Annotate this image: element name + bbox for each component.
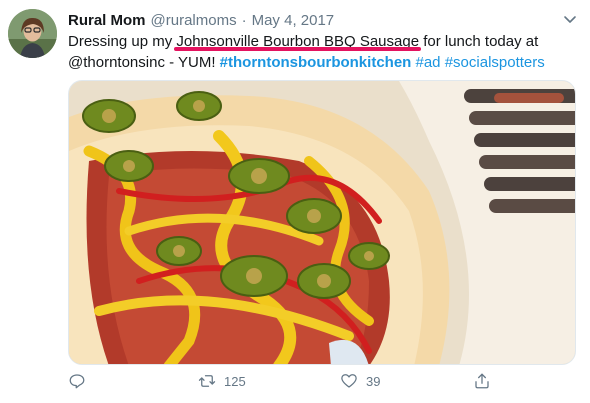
avatar-photo bbox=[8, 9, 57, 58]
tweet: Rural Mom @ruralmoms · May 4, 2017 Dress… bbox=[0, 0, 590, 403]
tweet-photo[interactable] bbox=[68, 80, 576, 365]
highlighted-product-name: Johnsonville Bourbon BBQ Sausage bbox=[174, 33, 422, 51]
share-icon bbox=[475, 373, 489, 389]
hashtag-link[interactable]: #socialspotters bbox=[445, 54, 545, 71]
user-handle[interactable]: @ruralmoms bbox=[151, 12, 237, 29]
reply-icon bbox=[69, 374, 85, 389]
highlight-underline bbox=[174, 47, 422, 51]
tweet-text-prefix: Dressing up my bbox=[68, 33, 177, 50]
like-button[interactable]: 39 bbox=[340, 372, 380, 390]
avatar[interactable] bbox=[8, 9, 57, 58]
heart-icon bbox=[341, 374, 357, 388]
tweet-text: Dressing up my Johnsonville Bourbon BBQ … bbox=[68, 31, 580, 73]
retweet-icon bbox=[198, 375, 216, 387]
separator-dot: · bbox=[241, 11, 247, 29]
reply-button[interactable] bbox=[68, 372, 86, 390]
hot-dog-photo bbox=[69, 81, 575, 364]
tweet-date[interactable]: May 4, 2017 bbox=[252, 12, 335, 29]
retweet-count: 125 bbox=[224, 373, 246, 389]
tweet-header: Rural Mom @ruralmoms · May 4, 2017 bbox=[68, 10, 334, 30]
like-count: 39 bbox=[366, 373, 381, 389]
hashtag-link[interactable]: #thorntonsbourbonkitchen bbox=[220, 54, 412, 71]
tweet-actions: 125 39 bbox=[68, 372, 498, 396]
display-name[interactable]: Rural Mom bbox=[68, 12, 146, 29]
chevron-down-icon[interactable] bbox=[561, 10, 579, 28]
hashtag-link[interactable]: #ad bbox=[416, 54, 441, 71]
share-button[interactable] bbox=[473, 372, 491, 390]
retweet-button[interactable]: 125 bbox=[198, 372, 246, 390]
